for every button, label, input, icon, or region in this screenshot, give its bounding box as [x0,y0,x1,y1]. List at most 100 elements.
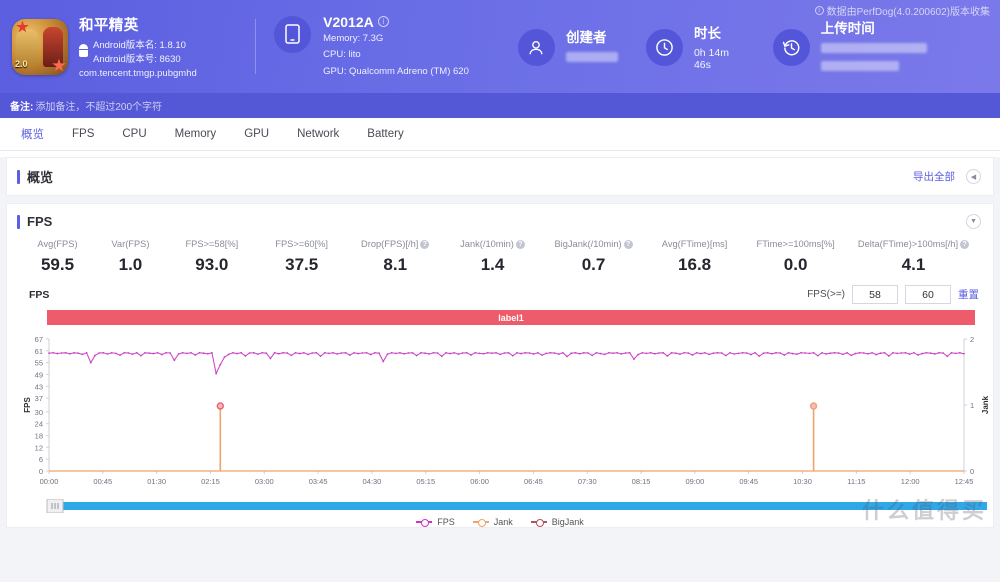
creator-block: 创建者 [517,26,618,67]
chevron-down-icon[interactable]: ▼ [966,214,981,229]
fps-stats-row: Avg(FPS) 59.5 Var(FPS) 1.0 FPS>=58[%] 93.0 FPS… [7,235,993,283]
page-body: 概览 导出全部 ◀ FPS ▼ Avg(FPS) 59.5 Var(FPS) 1.0 F… [0,157,1000,582]
stat-cell-7: Avg(FTime)[ms] 16.8 [646,239,743,275]
device-gpu: GPU: Qualcomm Adreno (TM) 620 [323,65,469,77]
svg-text:12: 12 [35,443,43,452]
legend-item-jank[interactable]: Jank [472,517,513,527]
android-icon [79,44,88,57]
fps-panel-title: FPS [27,214,53,229]
svg-text:05:15: 05:15 [416,477,435,486]
help-icon[interactable]: ? [960,239,970,249]
fps-chart-area: 0 6 12 18 24 30 37 43 49 55 61 67 FPS 0 1 2 Jank 00:00 00:… [7,331,993,527]
fps-panel: FPS ▼ Avg(FPS) 59.5 Var(FPS) 1.0 FPS>=58[%] 9… [6,203,994,528]
svg-text:43: 43 [35,382,43,391]
stat-label-3: FPS>=60[%] [275,239,329,249]
svg-text:30: 30 [35,408,43,417]
legend-marker [530,519,547,527]
svg-text:24: 24 [35,420,43,429]
help-icon[interactable]: ? [515,239,525,249]
help-icon[interactable]: ? [623,239,633,249]
svg-text:02:15: 02:15 [201,477,220,486]
svg-text:55: 55 [35,359,43,368]
help-icon[interactable]: ? [420,239,430,249]
tab-memory[interactable]: Memory [162,122,230,146]
svg-text:08:15: 08:15 [632,477,651,486]
stat-label-2: FPS>=58[%] [185,239,239,249]
tab-gpu[interactable]: GPU [231,122,282,146]
stat-label-8: FTime>=100ms[%] [756,239,835,249]
legend-label: BigJank [551,517,584,527]
history-icon [772,29,810,66]
svg-text:03:00: 03:00 [255,477,274,486]
remark-bar[interactable]: 备注: 添加备注，不超过200个字符 [0,93,1000,118]
fps-chart-header: FPS FPS(>=) 重置 [7,283,993,308]
legend-label: Jank [493,517,513,527]
stat-cell-2: FPS>=58[%] 93.0 [167,239,257,275]
duration-title: 时长 [693,26,721,41]
tab-fps[interactable]: FPS [59,122,107,146]
svg-text:Jank: Jank [981,395,990,414]
tab-bar: 概览 FPS CPU Memory GPU Network Battery [0,118,1000,151]
app-icon-badge: 2.0 [15,58,28,69]
device-memory: Memory: 7.3G [323,32,384,44]
stat-value-0: 59.5 [40,255,75,274]
timeline-scrollbar[interactable] [19,499,995,513]
user-icon [517,29,555,66]
svg-text:00:00: 00:00 [40,477,59,486]
fps-threshold-label: FPS(>=) [807,289,845,300]
header-divider [255,19,257,74]
fps-threshold-low-input[interactable] [852,285,898,304]
svg-text:61: 61 [35,347,43,356]
remark-placeholder: 添加备注，不超过200个字符 [35,102,163,113]
svg-text:0: 0 [39,467,43,476]
svg-text:12:45: 12:45 [955,477,974,486]
legend-marker [472,519,489,527]
stat-value-3: 37.5 [285,255,319,274]
stat-label-9: Delta(FTime)>100ms[/h]? [848,239,979,249]
stat-cell-9: Delta(FTime)>100ms[/h]? 4.1 [848,239,979,275]
tab-network[interactable]: Network [284,122,352,146]
app-icon: 2.0 [12,18,68,75]
stat-cell-8: FTime>=100ms[%] 0.0 [743,239,848,275]
fps-threshold-high-input[interactable] [905,285,951,304]
stat-cell-6: BigJank(/10min)? 0.7 [541,239,646,275]
svg-text:04:30: 04:30 [363,477,382,486]
stat-cell-5: Jank(/10min)? 1.4 [444,239,541,275]
legend-item-fps[interactable]: FPS [416,517,455,527]
stat-cell-3: FPS>=60[%] 37.5 [257,239,347,275]
fps-line-chart[interactable]: 0612182430374349556167FPS012Jank00:00 00:… [19,331,995,499]
tab-overview[interactable]: 概览 [8,120,57,148]
app-package-name: com.tencent.tmgp.pubgmhd [79,68,197,79]
stat-label-4: Drop(FPS)[/h]? [347,239,444,249]
device-model: V2012A [323,13,374,30]
duration-block: 时长 0h 14m 46s [645,22,745,71]
app-header: i 数据由PerfDog(4.0.200602)版本收集 2.0 和平精英 An… [0,0,1000,93]
svg-text:1: 1 [970,401,974,410]
info-icon: i [814,6,824,15]
svg-text:00:45: 00:45 [93,477,112,486]
stat-value-6: 0.7 [581,255,606,274]
stat-value-1: 1.0 [118,255,143,274]
stat-value-5: 1.4 [480,255,505,274]
app-version-name: Android版本名: 1.8.10 [93,40,186,51]
star-icon [16,20,29,33]
legend-item-bigjank[interactable]: BigJank [530,517,584,527]
stat-cell-4: Drop(FPS)[/h]? 8.1 [347,239,444,275]
device-cpu: CPU: lito [323,49,361,61]
tab-cpu[interactable]: CPU [109,122,159,146]
stat-label-1: Var(FPS) [111,239,150,249]
device-info-icon[interactable]: i [377,16,389,28]
title-accent-bar [17,169,20,184]
reset-link[interactable]: 重置 [958,287,979,302]
upload-time-value-redacted-2 [820,61,899,71]
creator-title: 创建者 [565,30,607,45]
app-version-code: Android版本号: 8630 [93,53,181,65]
svg-text:6: 6 [39,455,43,464]
label-band-text: label1 [498,312,524,323]
tab-battery[interactable]: Battery [354,122,416,146]
svg-text:2: 2 [970,335,974,344]
collapse-left-icon[interactable]: ◀ [966,169,981,184]
label-band[interactable]: label1 [47,310,975,325]
export-all-link[interactable]: 导出全部 [913,169,955,184]
svg-text:03:45: 03:45 [309,477,328,486]
